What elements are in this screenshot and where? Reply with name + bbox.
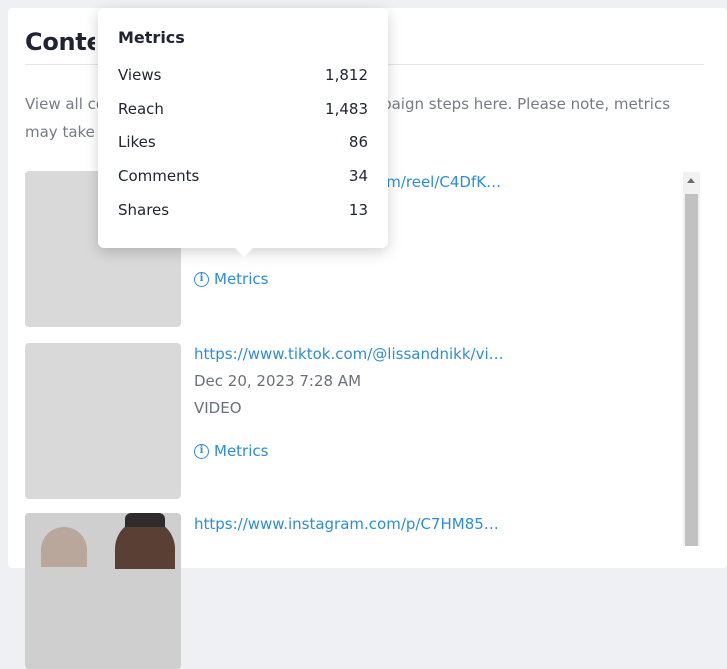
- metrics-link[interactable]: i Metrics: [194, 270, 268, 288]
- metric-label: Comments: [118, 167, 200, 185]
- metrics-label: Metrics: [214, 442, 269, 460]
- scrollbar-thumb[interactable]: [685, 194, 698, 546]
- scrollbar[interactable]: [683, 172, 700, 546]
- info-icon: i: [194, 271, 209, 287]
- info-icon: i: [194, 443, 209, 459]
- metric-label: Views: [118, 66, 162, 84]
- metric-value: 34: [348, 167, 368, 185]
- tooltip-title: Metrics: [118, 28, 185, 47]
- chevron-up-icon[interactable]: [687, 178, 695, 183]
- content-link[interactable]: https://www.instagram.com/p/C7HM85Qg1jI/…: [194, 515, 504, 533]
- metrics-tooltip: Metrics Views 1,812 Reach 1,483 Likes 86…: [98, 8, 388, 257]
- content-thumbnail[interactable]: [25, 343, 181, 499]
- photo-hat: [125, 513, 165, 527]
- content-date: Dec 20, 2023 7:28 AM: [194, 372, 362, 390]
- content-thumbnail[interactable]: [25, 513, 181, 669]
- metric-value: 1,483: [325, 100, 368, 118]
- metric-value: 86: [348, 133, 368, 151]
- photo-person: [41, 527, 87, 567]
- metric-label: Reach: [118, 100, 164, 118]
- page-title: Content: [25, 28, 95, 56]
- metric-label: Likes: [118, 133, 156, 151]
- metrics-label: Metrics: [214, 270, 269, 288]
- metric-value: 13: [348, 201, 368, 219]
- content-link[interactable]: https://www.tiktok.com/@lissandnikk/vide…: [194, 345, 504, 363]
- metric-label: Shares: [118, 201, 170, 219]
- metric-value: 1,812: [325, 66, 368, 84]
- tooltip-arrow: [235, 248, 253, 257]
- metrics-link[interactable]: i Metrics: [194, 442, 268, 460]
- content-type: VIDEO: [194, 399, 242, 417]
